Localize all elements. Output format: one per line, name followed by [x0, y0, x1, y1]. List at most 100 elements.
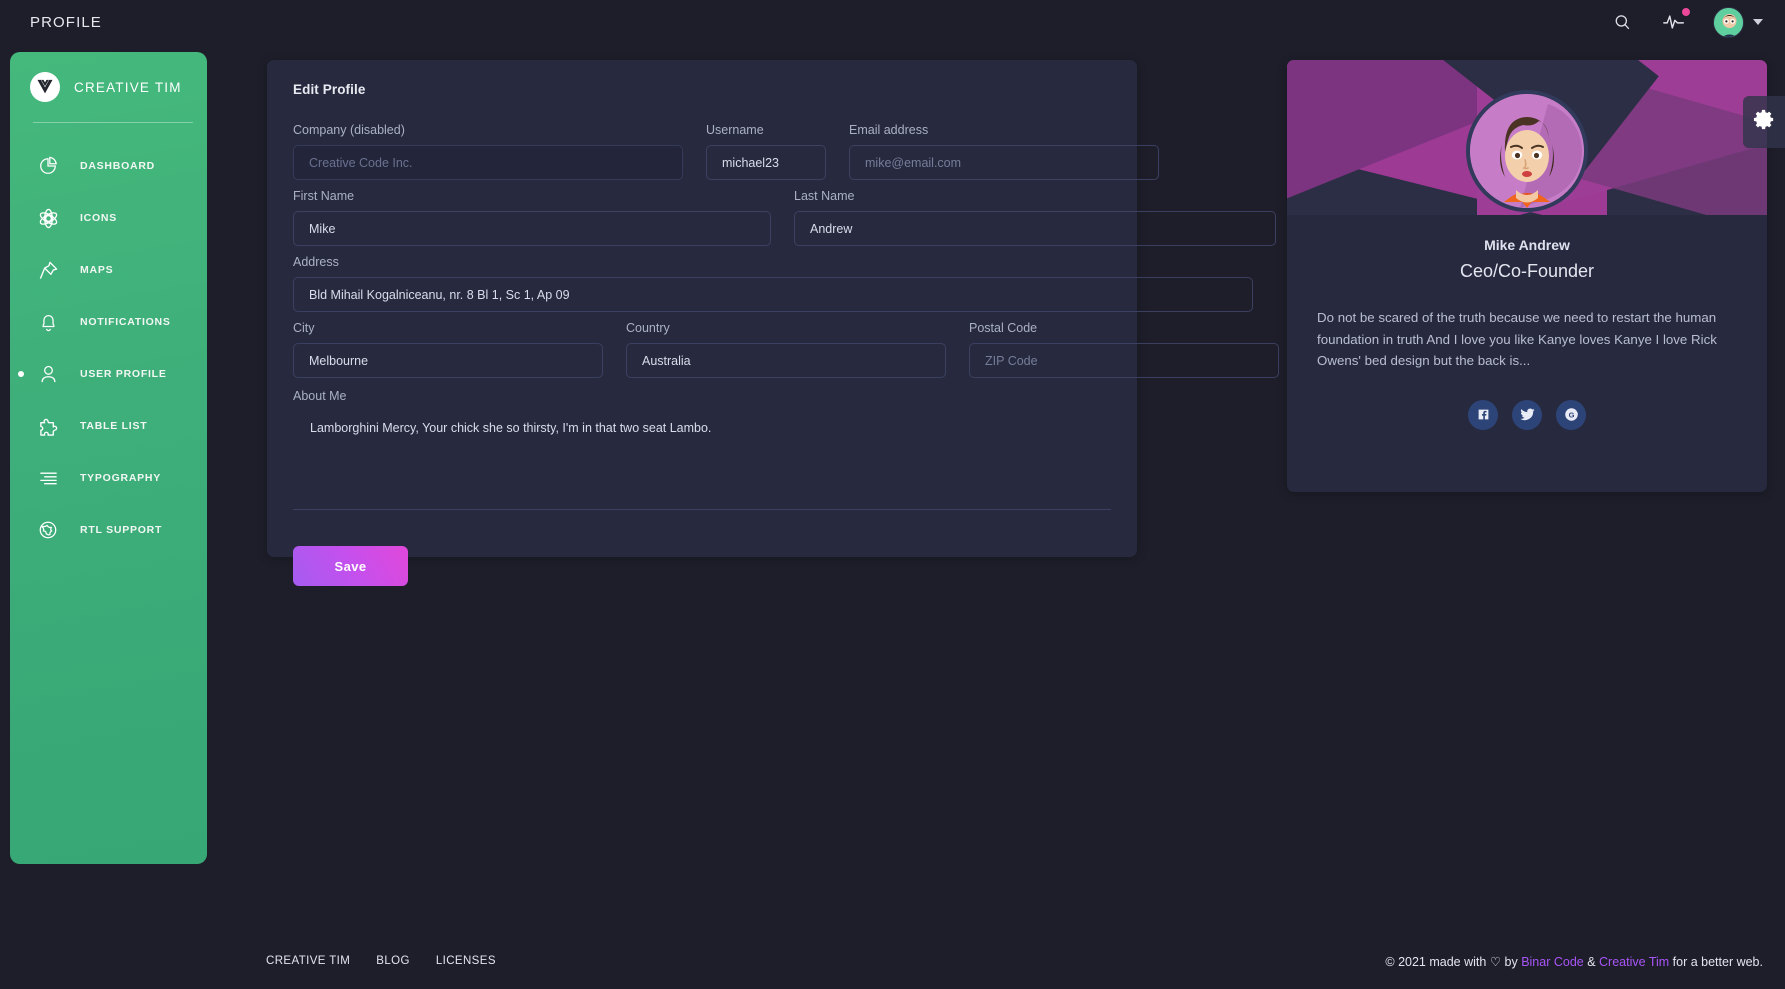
gear-icon [1753, 108, 1776, 136]
sidebar-item-table-list[interactable]: TABLE LIST [10, 400, 207, 452]
svg-text:G: G [1568, 411, 1574, 420]
save-button[interactable]: Save [293, 546, 408, 586]
card-title: Edit Profile [293, 82, 1111, 97]
sidebar-item-user-profile[interactable]: USER PROFILE [10, 348, 207, 400]
footer-link-creative-tim[interactable]: CREATIVE TIM [266, 955, 350, 967]
twitter-icon[interactable] [1512, 400, 1542, 430]
footer-link-licenses[interactable]: LICENSES [436, 955, 496, 967]
profile-bio: Do not be scared of the truth because we… [1317, 307, 1737, 372]
email-label: Email address [849, 123, 1159, 137]
vue-logo-icon [30, 72, 60, 102]
country-group: Country [626, 321, 946, 378]
address-label: Address [293, 255, 1253, 269]
sidebar-item-label: TYPOGRAPHY [80, 472, 161, 484]
footer: CREATIVE TIM BLOG LICENSES © 2021 made w… [219, 933, 1785, 989]
sidebar: CREATIVE TIM DASHBOARD ICONS [10, 52, 207, 864]
footer-copyright: © 2021 made with ♡ by Binar Code & Creat… [1385, 954, 1763, 969]
city-input[interactable] [293, 343, 603, 378]
profile-card: Mike Andrew Ceo/Co-Founder Do not be sca… [1287, 60, 1767, 492]
form-row-2: First Name Last Name [293, 189, 1111, 246]
first-name-group: First Name [293, 189, 771, 246]
address-input[interactable] [293, 277, 1253, 312]
sidebar-item-label: NOTIFICATIONS [80, 316, 171, 328]
address-group: Address [293, 255, 1253, 312]
top-navbar: PROFILE [0, 0, 1785, 44]
sidebar-divider [33, 122, 193, 123]
copyright-amp: & [1584, 955, 1599, 969]
profile-body: Mike Andrew Ceo/Co-Founder Do not be sca… [1287, 215, 1767, 430]
sidebar-item-icons[interactable]: ICONS [10, 192, 207, 244]
last-name-group: Last Name [794, 189, 1276, 246]
google-plus-icon[interactable]: G [1556, 400, 1586, 430]
active-indicator-dot [18, 371, 24, 377]
sidebar-item-maps[interactable]: MAPS [10, 244, 207, 296]
user-icon [37, 363, 59, 385]
sidebar-item-typography[interactable]: TYPOGRAPHY [10, 452, 207, 504]
sidebar-item-notifications[interactable]: NOTIFICATIONS [10, 296, 207, 348]
about-me-group: About Me Lamborghini Mercy, Your chick s… [293, 387, 1111, 515]
puzzle-icon [37, 415, 59, 437]
username-input[interactable] [706, 145, 826, 180]
footer-links: CREATIVE TIM BLOG LICENSES [266, 955, 496, 967]
facebook-icon[interactable] [1468, 400, 1498, 430]
footer-link-blog[interactable]: BLOG [376, 955, 410, 967]
company-input [293, 145, 683, 180]
sidebar-item-label: DASHBOARD [80, 160, 155, 172]
postal-code-input[interactable] [969, 343, 1279, 378]
main-content: Edit Profile Company (disabled) Username… [219, 44, 1785, 989]
form-row-1: Company (disabled) Username Email addres… [293, 123, 1111, 180]
profile-banner [1287, 60, 1767, 215]
settings-panel-toggle[interactable] [1743, 96, 1785, 148]
copyright-suffix: for a better web. [1669, 955, 1763, 969]
first-name-input[interactable] [293, 211, 771, 246]
form-row-4: City Country Postal Code [293, 321, 1111, 378]
page-title: PROFILE [30, 14, 102, 31]
company-label: Company (disabled) [293, 123, 683, 137]
email-group: Email address [849, 123, 1159, 180]
heart-icon: ♡ [1490, 955, 1501, 969]
sidebar-item-rtl-support[interactable]: RTL SUPPORT [10, 504, 207, 556]
edit-profile-card: Edit Profile Company (disabled) Username… [267, 60, 1137, 557]
first-name-label: First Name [293, 189, 771, 203]
city-label: City [293, 321, 603, 335]
profile-name: Mike Andrew [1317, 237, 1737, 253]
postal-code-label: Postal Code [969, 321, 1279, 335]
city-group: City [293, 321, 603, 378]
notification-dot [1682, 8, 1690, 16]
social-links: G [1317, 400, 1737, 430]
bell-icon [37, 311, 59, 333]
footer-link-creative-tim-inline[interactable]: Creative Tim [1599, 955, 1669, 969]
email-input[interactable] [849, 145, 1159, 180]
postal-group: Postal Code [969, 321, 1279, 378]
navbar-actions [1609, 7, 1763, 38]
chevron-down-icon [1753, 19, 1763, 25]
pulse-activity-icon[interactable] [1661, 9, 1687, 35]
sidebar-item-label: RTL SUPPORT [80, 524, 162, 536]
username-label: Username [706, 123, 826, 137]
copyright-prefix: © 2021 made with [1385, 955, 1489, 969]
text-lines-icon [37, 467, 59, 489]
sidebar-brand[interactable]: CREATIVE TIM [10, 52, 207, 102]
edit-profile-form: Company (disabled) Username Email addres… [293, 123, 1111, 586]
last-name-label: Last Name [794, 189, 1276, 203]
sidebar-item-dashboard[interactable]: DASHBOARD [10, 140, 207, 192]
search-icon[interactable] [1609, 9, 1635, 35]
footer-link-binar-code[interactable]: Binar Code [1521, 955, 1584, 969]
sidebar-brand-label: CREATIVE TIM [74, 80, 182, 95]
profile-photo [1466, 90, 1588, 212]
country-input[interactable] [626, 343, 946, 378]
user-menu[interactable] [1713, 7, 1763, 38]
last-name-input[interactable] [794, 211, 1276, 246]
profile-role: Ceo/Co-Founder [1317, 261, 1737, 282]
about-me-textarea[interactable]: Lamborghini Mercy, Your chick she so thi… [293, 415, 1111, 510]
copyright-by: by [1501, 955, 1521, 969]
sidebar-item-label: ICONS [80, 212, 117, 224]
sidebar-item-label: USER PROFILE [80, 368, 167, 380]
form-row-3: Address [293, 255, 1111, 312]
sidebar-item-label: MAPS [80, 264, 113, 276]
globe-icon [37, 519, 59, 541]
company-group: Company (disabled) [293, 123, 683, 180]
about-me-label: About Me [293, 389, 347, 403]
pie-chart-icon [37, 155, 59, 177]
sidebar-item-label: TABLE LIST [80, 420, 147, 432]
